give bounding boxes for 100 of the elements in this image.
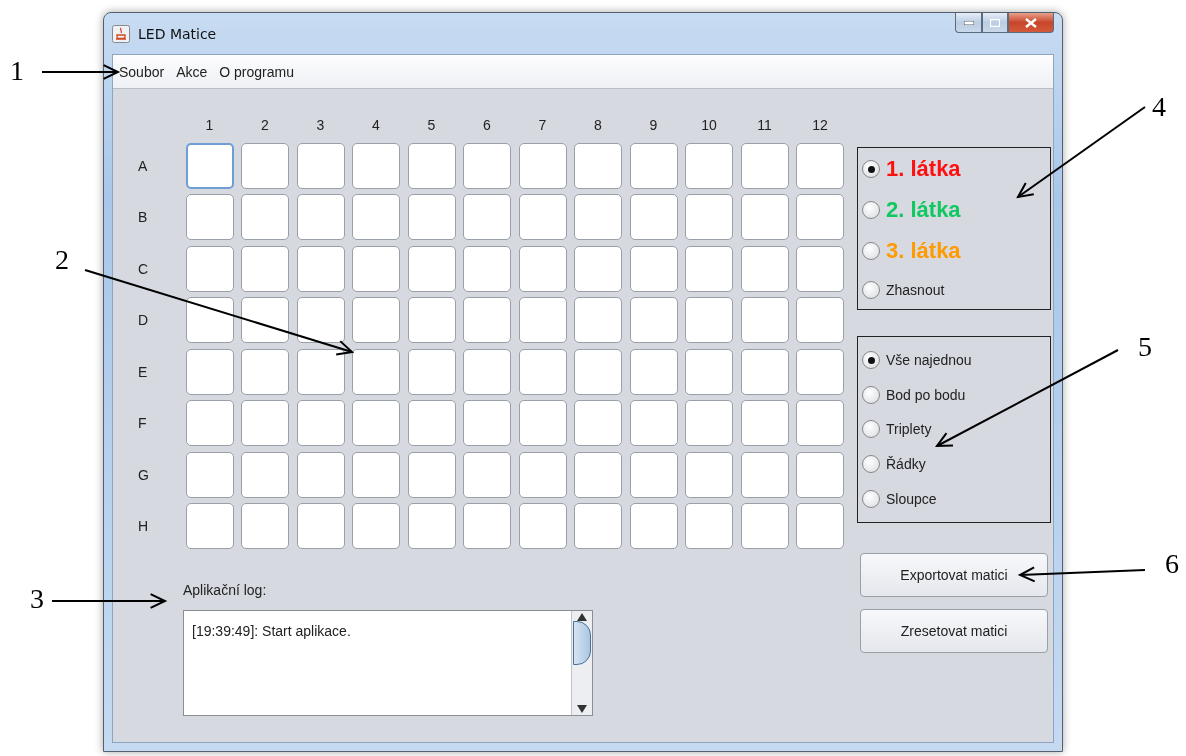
led-cell-button[interactable] bbox=[185, 194, 234, 240]
led-cell-button[interactable] bbox=[352, 348, 400, 395]
led-cell-button[interactable] bbox=[296, 451, 345, 498]
led-cell-button[interactable] bbox=[574, 297, 622, 343]
led-cell-button[interactable] bbox=[407, 348, 456, 395]
led-cell-button[interactable] bbox=[241, 194, 289, 240]
led-cell-button[interactable] bbox=[296, 194, 345, 240]
menu-item[interactable]: Akce bbox=[176, 63, 208, 80]
led-cell-button[interactable] bbox=[241, 348, 289, 395]
scroll-thumb[interactable] bbox=[573, 621, 591, 665]
led-cell-button[interactable] bbox=[185, 451, 234, 498]
led-cell-button[interactable] bbox=[740, 400, 789, 446]
led-cell-button[interactable] bbox=[352, 400, 400, 446]
led-cell-button[interactable] bbox=[629, 451, 678, 498]
matrix-button[interactable]: Exportovat matici bbox=[860, 553, 1048, 597]
led-cell-button[interactable] bbox=[518, 245, 567, 292]
radio-button[interactable] bbox=[862, 160, 880, 179]
led-cell-button[interactable] bbox=[740, 194, 789, 240]
led-cell-button[interactable] bbox=[407, 297, 456, 343]
led-cell-button[interactable] bbox=[407, 400, 456, 446]
led-cell-button[interactable] bbox=[629, 297, 678, 343]
led-cell-button[interactable] bbox=[685, 348, 733, 395]
led-cell-button[interactable] bbox=[629, 142, 678, 189]
led-cell-button[interactable] bbox=[740, 142, 789, 189]
led-cell-button[interactable] bbox=[685, 451, 733, 498]
led-cell-button[interactable] bbox=[463, 451, 511, 498]
led-cell-button[interactable] bbox=[407, 194, 456, 240]
led-cell-button[interactable] bbox=[574, 245, 622, 292]
led-cell-button[interactable] bbox=[796, 142, 844, 189]
led-cell-button[interactable] bbox=[740, 503, 789, 549]
led-cell-button[interactable] bbox=[629, 503, 678, 549]
led-cell-button[interactable] bbox=[407, 245, 456, 292]
led-cell-button[interactable] bbox=[463, 245, 511, 292]
led-cell-button[interactable] bbox=[574, 451, 622, 498]
led-cell-button[interactable] bbox=[185, 400, 234, 446]
led-cell-button[interactable] bbox=[796, 503, 844, 549]
led-cell-button[interactable] bbox=[463, 503, 511, 549]
radio-button[interactable] bbox=[862, 489, 880, 508]
scrollbar[interactable] bbox=[571, 611, 592, 715]
led-cell-button[interactable] bbox=[407, 451, 456, 498]
led-cell-button[interactable] bbox=[463, 297, 511, 343]
close-button[interactable] bbox=[1008, 13, 1054, 33]
led-cell-button[interactable] bbox=[185, 245, 234, 292]
led-cell-button[interactable] bbox=[241, 451, 289, 498]
led-cell-button[interactable] bbox=[241, 142, 289, 189]
led-cell-button[interactable] bbox=[518, 451, 567, 498]
maximize-button[interactable] bbox=[982, 13, 1008, 33]
led-cell-button[interactable] bbox=[796, 245, 844, 292]
led-cell-button[interactable] bbox=[574, 142, 622, 189]
menu-item[interactable]: O programu bbox=[219, 63, 294, 80]
led-cell-button[interactable] bbox=[796, 400, 844, 446]
led-cell-button[interactable] bbox=[685, 245, 733, 292]
led-cell-button[interactable] bbox=[629, 348, 678, 395]
led-cell-button[interactable] bbox=[685, 400, 733, 446]
led-cell-button[interactable] bbox=[241, 245, 289, 292]
led-cell-button[interactable] bbox=[518, 348, 567, 395]
led-cell-button[interactable] bbox=[518, 194, 567, 240]
led-cell-button[interactable] bbox=[185, 297, 234, 343]
led-cell-button[interactable] bbox=[740, 451, 789, 498]
led-cell-button[interactable] bbox=[463, 348, 511, 395]
radio-button[interactable] bbox=[862, 241, 880, 260]
led-cell-button[interactable] bbox=[574, 194, 622, 240]
led-cell-button[interactable] bbox=[574, 348, 622, 395]
led-cell-button[interactable] bbox=[296, 142, 345, 189]
radio-button[interactable] bbox=[862, 385, 880, 404]
radio-button[interactable] bbox=[862, 420, 880, 439]
led-cell-button[interactable] bbox=[574, 503, 622, 549]
led-cell-button[interactable] bbox=[352, 451, 400, 498]
led-cell-button[interactable] bbox=[241, 503, 289, 549]
led-cell-button[interactable] bbox=[796, 451, 844, 498]
led-cell-button[interactable] bbox=[796, 194, 844, 240]
radio-button[interactable] bbox=[862, 280, 880, 299]
led-cell-button[interactable] bbox=[407, 142, 456, 189]
led-cell-button[interactable] bbox=[296, 297, 345, 343]
led-cell-button[interactable] bbox=[241, 297, 289, 343]
led-cell-button[interactable] bbox=[352, 194, 400, 240]
led-cell-button[interactable] bbox=[407, 503, 456, 549]
log-area[interactable]: [19:39:49]: Start aplikace. bbox=[183, 610, 593, 716]
led-cell-button[interactable] bbox=[574, 400, 622, 446]
led-cell-button[interactable] bbox=[518, 400, 567, 446]
led-cell-button[interactable] bbox=[629, 245, 678, 292]
matrix-button[interactable]: Zresetovat matici bbox=[860, 609, 1048, 653]
led-cell-button[interactable] bbox=[463, 400, 511, 446]
led-cell-button[interactable] bbox=[296, 348, 345, 395]
minimize-button[interactable] bbox=[955, 13, 982, 33]
led-cell-button[interactable] bbox=[352, 142, 400, 189]
led-cell-button[interactable] bbox=[185, 348, 234, 395]
led-cell-button[interactable] bbox=[685, 142, 733, 189]
led-cell-button[interactable] bbox=[518, 142, 567, 189]
led-cell-button[interactable] bbox=[185, 503, 234, 549]
led-cell-button[interactable] bbox=[296, 503, 345, 549]
led-cell-button[interactable] bbox=[185, 142, 234, 189]
led-cell-button[interactable] bbox=[629, 400, 678, 446]
radio-button[interactable] bbox=[862, 201, 880, 220]
led-cell-button[interactable] bbox=[352, 297, 400, 343]
led-cell-button[interactable] bbox=[296, 400, 345, 446]
led-cell-button[interactable] bbox=[296, 245, 345, 292]
led-cell-button[interactable] bbox=[796, 297, 844, 343]
led-cell-button[interactable] bbox=[518, 503, 567, 549]
led-cell-button[interactable] bbox=[463, 194, 511, 240]
